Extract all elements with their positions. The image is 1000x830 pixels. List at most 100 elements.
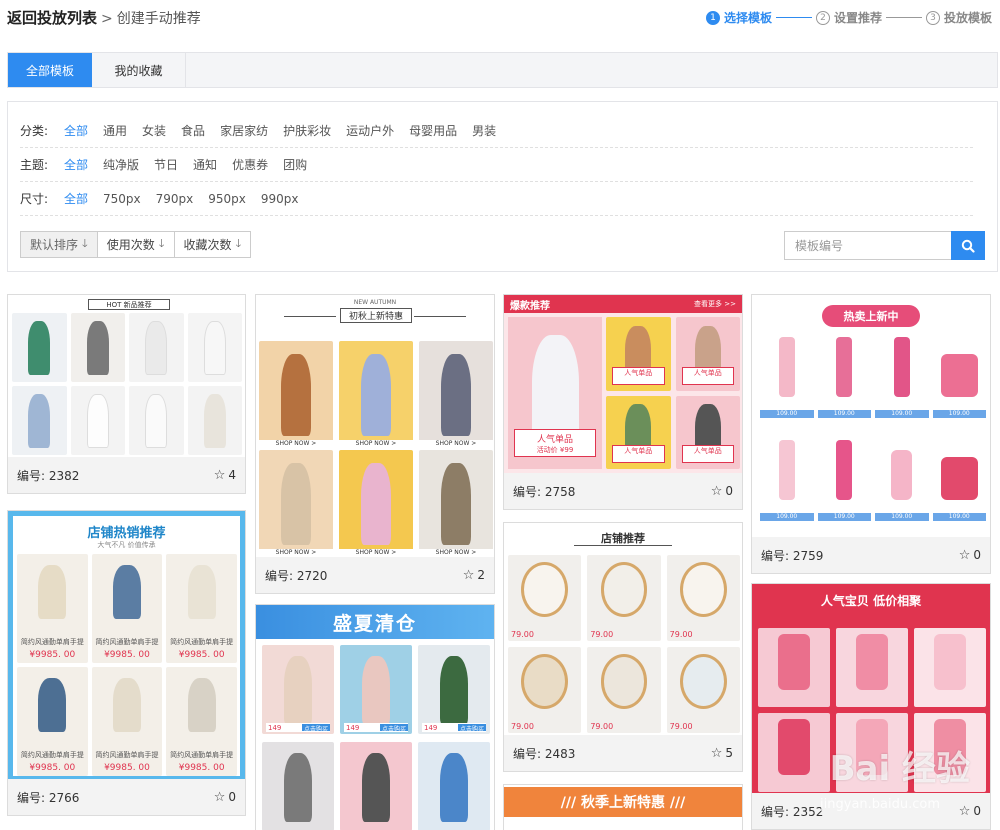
product-caption: 简约风通勤单肩手提 <box>95 638 159 646</box>
product-thumb: SHOP NOW > <box>259 450 333 556</box>
product-thumb: 人气单品 <box>606 317 671 391</box>
product-price: 109.00 <box>760 513 814 521</box>
filter-option[interactable]: 全部 <box>64 122 88 139</box>
favorite-button[interactable]: ☆ 0 <box>711 484 733 499</box>
product-caption: 简约风通勤单肩手提 <box>20 751 84 759</box>
template-id-input[interactable] <box>784 231 951 260</box>
step-2-label: 设置推荐 <box>833 11 882 25</box>
favorite-button[interactable]: ☆ 0 <box>959 548 981 563</box>
filter-row-theme: 主题: 全部 纯净版 节日 通知 优惠券 团购 <box>20 148 973 182</box>
template-card[interactable]: 热卖上新中 109.00 109.00 109.00 109.00 109.00… <box>751 294 991 574</box>
template-meta: 编号: 2382 ☆ 4 <box>8 457 245 493</box>
banner-rule <box>284 316 336 317</box>
favorite-button[interactable]: ☆ 2 <box>463 568 485 583</box>
product-thumb: 109.00 <box>875 436 929 533</box>
template-card[interactable]: HOT 新品推荐 编号: 2382 ☆ 4 <box>7 294 246 494</box>
step-3-number: 3 <box>925 10 940 25</box>
template-card[interactable]: 店铺热销推荐 大气不凡 价值传承 简约风通勤单肩手提 ¥9985. 00 简约风通… <box>7 510 246 816</box>
filter-option[interactable]: 990px <box>261 192 299 206</box>
tab-my-favorites[interactable]: 我的收藏 <box>92 53 186 87</box>
product-thumb: 109.00 <box>760 436 814 533</box>
shop-now-label: SHOP NOW > <box>419 440 493 447</box>
favorite-count: 0 <box>973 548 981 562</box>
hero-thumb: 人气单品 活动价 ¥99 <box>508 317 602 469</box>
step-3: 3 投放模板 <box>925 9 992 26</box>
filter-option[interactable]: 节日 <box>154 156 178 173</box>
star-icon: ☆ <box>462 567 475 583</box>
product-price: 79.00 <box>511 630 534 639</box>
favorite-count: 0 <box>725 484 733 498</box>
template-card[interactable]: /// 秋季上新特惠 /// <box>503 784 743 830</box>
template-preview: 店铺推荐 79.00 79.00 79.00 79.00 79.00 79.00 <box>504 523 742 737</box>
product-price: 109.00 <box>932 410 986 418</box>
template-preview: HOT 新品推荐 <box>8 295 245 459</box>
preview-grid <box>12 313 242 455</box>
breadcrumb-separator: > <box>101 11 113 27</box>
template-card[interactable]: 店铺推荐 79.00 79.00 79.00 79.00 79.00 79.00… <box>503 522 743 772</box>
template-id: 编号: 2759 <box>761 548 824 563</box>
filter-option[interactable]: 优惠券 <box>232 156 268 173</box>
filter-option[interactable]: 全部 <box>64 156 88 173</box>
filter-option[interactable]: 家居家纺 <box>220 122 268 139</box>
buy-button: 点击购买 <box>379 724 408 733</box>
product-thumb: 简约风通勤单肩手提 ¥9985. 00 <box>17 554 88 663</box>
sort-default-button[interactable]: 默认排序 🡓 <box>21 232 98 257</box>
page-header: 返回投放列表 > 创建手动推荐 1 选择模板 2 设置推荐 3 投放模板 <box>0 0 1000 36</box>
template-preview: 店铺热销推荐 大气不凡 价值传承 简约风通勤单肩手提 ¥9985. 00 简约风通… <box>8 511 245 781</box>
preview-grid: 简约风通勤单肩手提 ¥9985. 00 简约风通勤单肩手提 ¥9985. 00 简约… <box>17 554 237 776</box>
filter-option[interactable]: 母婴用品 <box>409 122 457 139</box>
template-card[interactable]: 盛夏清仓 149 点击购买 149 点击购买 149 点击购买 <box>255 604 495 830</box>
product-price: 149 <box>268 723 282 732</box>
sort-usage-button[interactable]: 使用次数 🡓 <box>97 232 175 257</box>
filter-option[interactable]: 护肤彩妆 <box>283 122 331 139</box>
search-button[interactable] <box>951 231 985 260</box>
hot-item-sub: 活动价 <box>536 446 558 454</box>
template-card[interactable]: NEW AUTUMN 初秋上新特惠 SHOP NOW > SHOP NOW > … <box>255 294 495 594</box>
filter-option[interactable]: 团购 <box>283 156 307 173</box>
template-card[interactable]: 人气宝贝 低价相聚 编号: 2352 ☆ 0 <box>751 583 991 830</box>
sort-favorites-button[interactable]: 收藏次数 🡓 <box>174 232 251 257</box>
preview-subtitle: 大气不凡 价值传承 <box>97 541 156 549</box>
hot-item-label: 人气单品 <box>536 435 573 445</box>
product-thumb: 简约风通勤单肩手提 ¥9985. 00 <box>166 554 237 663</box>
star-icon: ☆ <box>710 483 723 499</box>
arrow-down-icon: 🡓 <box>82 237 88 250</box>
hot-item-price: 99 <box>564 446 574 454</box>
filter-option[interactable]: 纯净版 <box>103 156 139 173</box>
filter-option[interactable]: 男装 <box>472 122 496 139</box>
product-thumb: 149 点击购买 <box>418 645 490 734</box>
favorite-button[interactable]: ☆ 5 <box>711 746 733 761</box>
filter-option[interactable]: 食品 <box>181 122 205 139</box>
preview-grid: 109.00 109.00 109.00 109.00 109.00 109.0… <box>760 333 986 533</box>
template-preview: /// 秋季上新特惠 /// <box>504 785 742 830</box>
favorite-count: 0 <box>973 804 981 818</box>
favorite-button[interactable]: ☆ 0 <box>959 804 981 819</box>
filter-option[interactable]: 通用 <box>103 122 127 139</box>
step-1-label: 选择模板 <box>723 11 772 25</box>
filter-option[interactable]: 790px <box>156 192 194 206</box>
product-caption: 简约风通勤单肩手提 <box>170 751 234 759</box>
preview-grid: 人气单品 人气单品 人气单品 人气单品 <box>606 317 740 469</box>
back-to-list-link[interactable]: 返回投放列表 <box>7 9 97 27</box>
product-price: 79.00 <box>669 722 693 731</box>
filter-option[interactable]: 运动户外 <box>346 122 394 139</box>
product-thumb <box>914 628 986 707</box>
filter-option[interactable]: 全部 <box>64 190 88 207</box>
product-thumb <box>12 386 67 455</box>
filter-option[interactable]: 950px <box>208 192 246 206</box>
favorite-button[interactable]: ☆ 4 <box>214 468 236 483</box>
product-thumb <box>187 313 242 382</box>
product-thumb: 109.00 <box>875 333 929 430</box>
template-card[interactable]: 爆款推荐 查看更多 >> 人气单品 活动价 ¥99 人气单品 人气单品 人气单品… <box>503 294 743 510</box>
favorite-button[interactable]: ☆ 0 <box>214 790 236 805</box>
filter-option[interactable]: 通知 <box>193 156 217 173</box>
filter-option[interactable]: 750px <box>103 192 141 206</box>
product-thumb: 79.00 <box>587 647 661 733</box>
filter-option[interactable]: 女装 <box>142 122 166 139</box>
tab-all-templates[interactable]: 全部模板 <box>8 53 92 87</box>
arrow-down-icon: 🡓 <box>158 237 165 250</box>
product-price: 79.00 <box>669 630 693 639</box>
product-thumb <box>758 628 830 707</box>
product-thumb: 109.00 <box>817 333 871 430</box>
template-meta: 编号: 2483 ☆ 5 <box>504 735 742 771</box>
